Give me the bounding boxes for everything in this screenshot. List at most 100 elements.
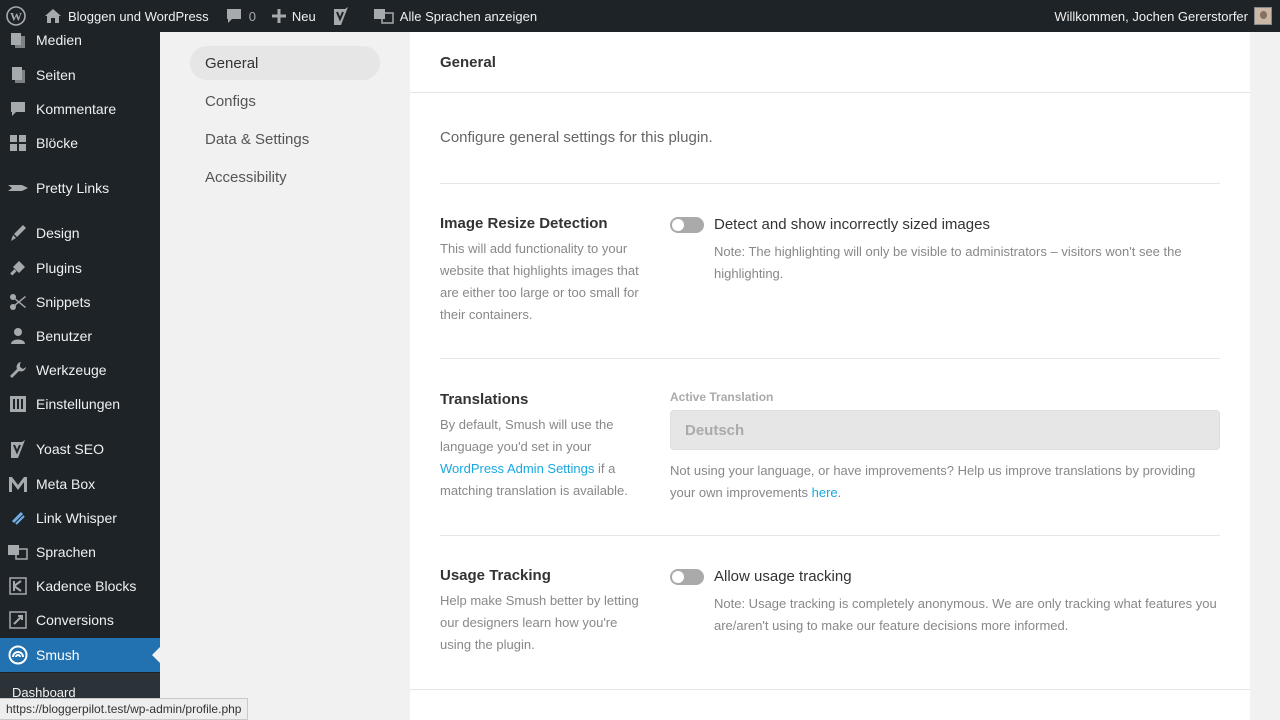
image-resize-title: Image Resize Detection: [440, 215, 608, 232]
sidebar-item-label: Snippets: [36, 294, 91, 310]
sidebar-item-label: Conversions: [36, 612, 114, 628]
browser-status-url: https://bloggerpilot.test/wp-admin/profi…: [0, 698, 249, 720]
smush-icon: [0, 645, 36, 665]
image-resize-toggle[interactable]: [670, 216, 704, 233]
translations-title: Translations: [440, 391, 529, 408]
comments-link[interactable]: 0: [217, 0, 264, 32]
link-whisper-icon: [0, 510, 36, 526]
nav-item-accessibility[interactable]: Accessibility: [190, 160, 380, 194]
comment-bubble-icon: [226, 9, 241, 23]
translations-content: Active Translation Deutsch Not using you…: [670, 390, 1220, 504]
divider: [440, 535, 1220, 536]
scissors-icon: [0, 293, 36, 311]
home-icon: [45, 9, 61, 23]
pages-icon: [0, 66, 36, 84]
site-name: Bloggen und WordPress: [68, 8, 209, 24]
usage-tracking-content: Allow usage tracking Note: Usage trackin…: [670, 568, 1220, 637]
usage-tracking-toggle-label[interactable]: Allow usage tracking: [714, 568, 852, 585]
languages-filter-button[interactable]: Alle Sprachen anzeigen: [366, 0, 545, 32]
translations-help: Not using your language, or have improve…: [670, 460, 1220, 504]
comments-icon: [0, 100, 36, 118]
admin-bar: W Bloggen und WordPress 0 Neu Alle Sprac…: [0, 0, 1280, 32]
my-account[interactable]: Willkommen, Jochen Gererstorfer: [1054, 7, 1280, 25]
sidebar-item-seiten[interactable]: Seiten: [0, 58, 160, 92]
wrench-icon: [0, 361, 36, 379]
plugins-icon: [0, 259, 36, 277]
sidebar-item-design[interactable]: Design: [0, 216, 160, 250]
users-icon: [0, 327, 36, 345]
sidebar-item-label: Smush: [36, 647, 80, 663]
sidebar-item-label: Seiten: [36, 67, 76, 83]
sidebar-item-kommentare[interactable]: Kommentare: [0, 92, 160, 126]
svg-text:W: W: [10, 10, 22, 24]
yoast-icon: [0, 440, 36, 458]
usage-tracking-title: Usage Tracking: [440, 567, 551, 584]
new-label: Neu: [291, 8, 316, 24]
translations-help-end: .: [837, 485, 842, 500]
plus-icon: [271, 9, 286, 23]
yoast-icon: [333, 7, 348, 25]
box-title: General: [410, 32, 1250, 93]
meta-box-icon: [0, 476, 36, 492]
divider: [440, 183, 1220, 184]
usage-tracking-toggle[interactable]: [670, 568, 704, 585]
sidebar-item-label: Meta Box: [36, 476, 96, 492]
sidebar-item-kadence-blocks[interactable]: Kadence Blocks: [0, 569, 160, 603]
sidebar-item-conversions[interactable]: Conversions: [0, 603, 160, 637]
new-content-button[interactable]: Neu: [264, 0, 324, 32]
translations-help-text: Not using your language, or have improve…: [670, 463, 1196, 500]
nav-item-configs[interactable]: Configs: [190, 84, 380, 118]
sidebar-item-link-whisper[interactable]: Link Whisper: [0, 501, 160, 535]
nav-item-general[interactable]: General: [190, 46, 380, 80]
sidebar-item-meta-box[interactable]: Meta Box: [0, 467, 160, 501]
sidebar-item-werkzeuge[interactable]: Werkzeuge: [0, 353, 160, 387]
yoast-adminbar-button[interactable]: [324, 0, 358, 32]
usage-tracking-description: Help make Smush better by letting our de…: [440, 593, 639, 652]
avatar: [1254, 7, 1272, 25]
welcome-text: Willkommen, Jochen Gererstorfer: [1054, 8, 1248, 24]
kadence-icon: [0, 577, 36, 595]
translate-icon: [373, 9, 394, 24]
sidebar-item-bloecke[interactable]: Blöcke: [0, 126, 160, 160]
translations-description: By default, Smush will use the language …: [440, 414, 650, 502]
plugin-settings-nav: General Configs Data & Settings Accessib…: [190, 46, 380, 198]
sidebar-item-label: Werkzeuge: [36, 362, 107, 378]
sidebar-item-label: Sprachen: [36, 544, 96, 560]
image-resize-note: Note: The highlighting will only be visi…: [714, 244, 1182, 281]
settings-icon: [0, 395, 36, 413]
admin-sidebar: Medien Seiten Kommentare Blöcke Pretty L…: [0, 32, 160, 720]
sidebar-item-label: Kommentare: [36, 101, 117, 117]
image-resize-content: Detect and show incorrectly sized images…: [670, 216, 1220, 285]
sidebar-item-sprachen[interactable]: Sprachen: [0, 535, 160, 569]
sidebar-item-einstellungen[interactable]: Einstellungen: [0, 387, 160, 421]
sidebar-item-smush[interactable]: Smush: [0, 638, 160, 672]
media-icon: [0, 31, 36, 49]
design-icon: [0, 224, 36, 242]
translations-description-text: By default, Smush will use the language …: [440, 417, 614, 454]
wordpress-logo-button[interactable]: W: [0, 0, 36, 32]
sidebar-item-label: Einstellungen: [36, 396, 121, 412]
active-translation-label: Active Translation: [670, 390, 774, 404]
translations-here-link[interactable]: here: [812, 485, 838, 500]
sidebar-item-pretty-links[interactable]: Pretty Links: [0, 171, 160, 205]
languages-label: Alle Sprachen anzeigen: [399, 8, 538, 24]
sidebar-item-label: Medien: [36, 32, 82, 48]
sidebar-item-benutzer[interactable]: Benutzer: [0, 319, 160, 353]
sidebar-item-label: Benutzer: [36, 328, 93, 344]
sidebar-item-snippets[interactable]: Snippets: [0, 285, 160, 319]
sidebar-item-yoast-seo[interactable]: Yoast SEO: [0, 432, 160, 466]
active-translation-select[interactable]: Deutsch: [670, 410, 1220, 450]
sidebar-item-label: Design: [36, 225, 80, 241]
image-resize-toggle-label[interactable]: Detect and show incorrectly sized images: [714, 216, 990, 233]
languages-icon: [0, 544, 36, 560]
wordpress-icon: W: [6, 6, 26, 26]
translations-label-block: Translations By default, Smush will use …: [440, 391, 650, 502]
site-name-link[interactable]: Bloggen und WordPress: [36, 0, 217, 32]
sidebar-item-plugins[interactable]: Plugins: [0, 251, 160, 285]
box-footer-divider: [410, 689, 1250, 690]
nav-item-data-settings[interactable]: Data & Settings: [190, 122, 380, 156]
wordpress-admin-settings-link[interactable]: WordPress Admin Settings: [440, 461, 594, 476]
conversions-icon: [0, 611, 36, 629]
divider: [440, 358, 1220, 359]
image-resize-description: This will add functionality to your webs…: [440, 241, 639, 322]
